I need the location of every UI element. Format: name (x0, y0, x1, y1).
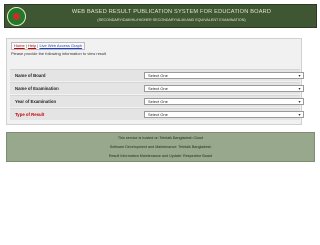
board-select-value: Select One (148, 72, 168, 78)
footer-development-text: Software Development and Maintenance: Te… (109, 145, 212, 149)
examination-select[interactable]: Select One ▼ (144, 84, 304, 92)
site-header: WEB BASED RESULT PUBLICATION SYSTEM FOR … (4, 4, 317, 28)
site-footer: This service is hosted on Teletalk Bangl… (6, 132, 315, 162)
examination-row: Name of Examination Select One ▼ (10, 82, 304, 94)
year-select-value: Select One (148, 98, 168, 104)
result-form: Home | Help | Live Web Access Graph Plea… (6, 38, 304, 125)
board-select[interactable]: Select One ▼ (144, 71, 304, 79)
chevron-down-icon: ▼ (297, 99, 302, 104)
chevron-down-icon: ▼ (297, 73, 302, 78)
help-link[interactable]: Help (28, 43, 36, 48)
footer-hosting-text: This service is hosted on Teletalk Bangl… (117, 136, 204, 140)
year-select[interactable]: Select One ▼ (144, 97, 304, 105)
examination-label: Name of Examination (15, 86, 59, 91)
result-type-select-value: Select One (148, 111, 168, 117)
chevron-down-icon: ▼ (297, 86, 302, 91)
board-label: Name of Board (15, 73, 46, 78)
footer-maintenance-text: Result Information Maintenance and Updat… (108, 154, 213, 158)
page-title: WEB BASED RESULT PUBLICATION SYSTEM FOR … (71, 9, 272, 15)
board-row: Name of Board Select One ▼ (10, 69, 304, 81)
result-type-row: Type of Result Select One ▼ (10, 108, 304, 120)
nav-links: Home | Help | Live Web Access Graph (11, 42, 86, 50)
examination-select-value: Select One (148, 85, 168, 91)
home-link[interactable]: Home (14, 43, 25, 48)
result-type-label: Type of Result (15, 112, 45, 117)
live-web-access-graph-link[interactable]: Live Web Access Graph (39, 43, 82, 48)
year-row: Year of Examination Select One ▼ (10, 95, 304, 107)
page-subtitle: (SECONDARY/DAKHIL/HIGHER SECONDARY/ALIM … (97, 18, 246, 22)
year-label: Year of Examination (15, 99, 57, 104)
result-type-select[interactable]: Select One ▼ (144, 110, 304, 118)
board-logo-icon (7, 7, 26, 26)
chevron-down-icon: ▼ (297, 112, 302, 117)
instruction-text: Please provide the following information… (11, 51, 107, 56)
